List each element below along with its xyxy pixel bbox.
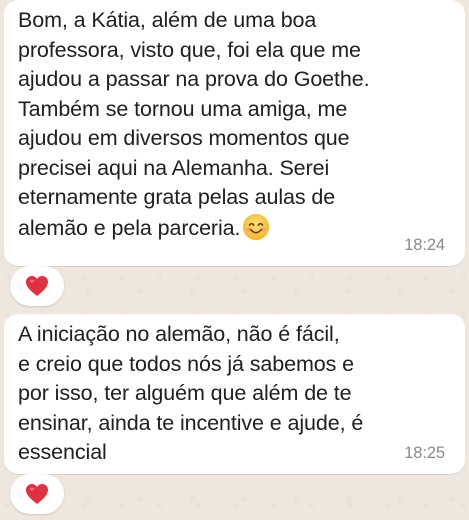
message-timestamp: 18:25 [404,443,445,462]
reaction-badge[interactable] [10,266,64,306]
message-text: Bom, a Kátia, além de uma boa professora… [18,8,370,240]
message-text: A iniciação no alemão, não é fácil, e cr… [18,322,364,464]
smiling-face-icon [243,213,270,240]
red-heart-icon [26,484,48,504]
message-bubble-2[interactable]: A iniciação no alemão, não é fácil, e cr… [4,314,465,474]
reaction-badge[interactable] [10,474,64,514]
message-timestamp: 18:24 [404,235,445,254]
message-bubble-1[interactable]: Bom, a Kátia, além de uma boa professora… [4,0,465,266]
red-heart-icon [26,276,48,296]
